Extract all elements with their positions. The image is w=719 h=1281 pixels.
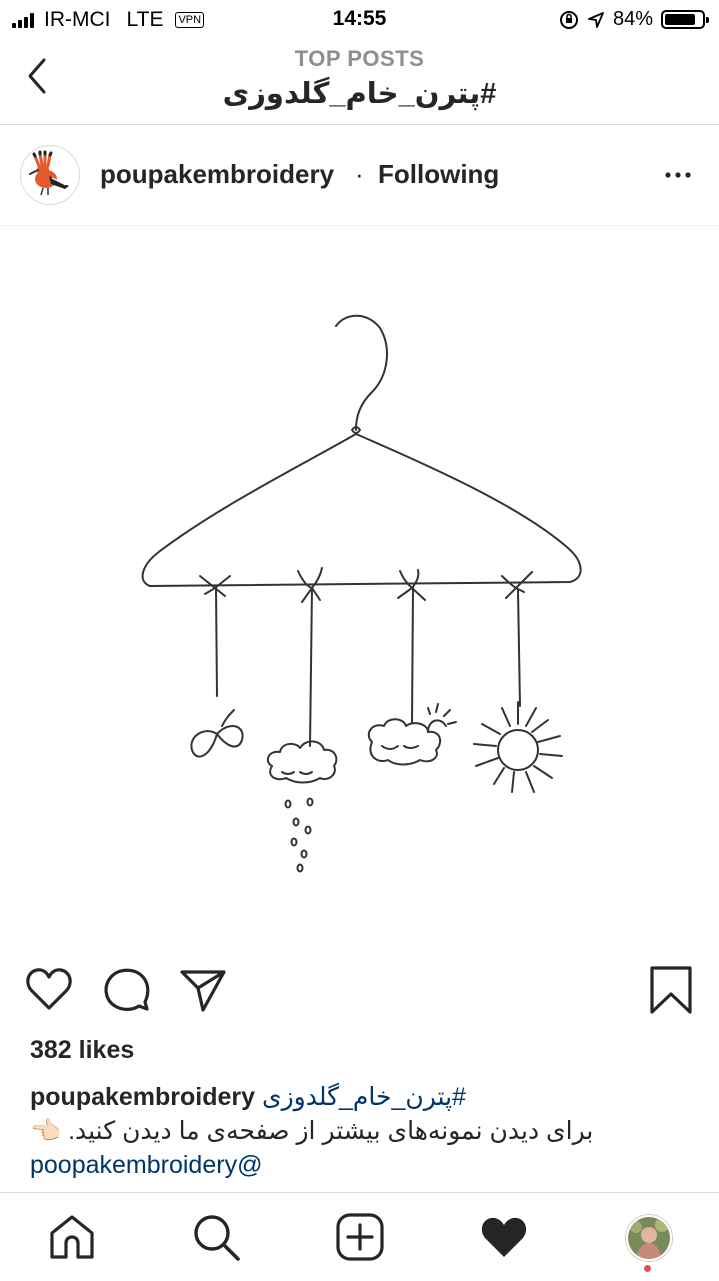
caption-mention[interactable]: poopakembroidery@ [30, 1148, 690, 1182]
post-caption: poupakembroidery #پترن_خام_گلدوزی برای د… [30, 1080, 690, 1182]
hanger-mobile-drawing [141, 314, 582, 873]
send-icon[interactable] [178, 964, 228, 1014]
bottom-tab-bar [0, 1192, 719, 1281]
post-image[interactable] [0, 226, 719, 946]
heart-outline-icon[interactable] [24, 964, 74, 1014]
caption-text: برای دیدن نمونه‌های بیشتر از صفحه‌ی ما د… [30, 1117, 594, 1145]
likes-count[interactable]: 382 likes [30, 1036, 134, 1065]
profile-avatar[interactable] [626, 1215, 672, 1261]
more-options-icon[interactable] [663, 165, 693, 185]
notification-dot [644, 1265, 651, 1272]
battery-fill [665, 14, 696, 25]
heart-filled-icon[interactable] [478, 1211, 530, 1263]
following-button[interactable]: Following [378, 159, 499, 190]
comment-icon[interactable] [102, 964, 152, 1014]
author-username[interactable]: poupakembroidery [100, 159, 334, 190]
caption-username[interactable]: poupakembroidery [30, 1083, 255, 1111]
caption-hashtag[interactable]: #پترن_خام_گلدوزی [262, 1083, 466, 1111]
profile-photo [628, 1217, 670, 1259]
battery-percent: 84% [612, 8, 653, 30]
bookmark-icon[interactable] [646, 964, 696, 1014]
orientation-lock-icon [559, 10, 578, 29]
add-post-icon[interactable] [334, 1211, 386, 1263]
post-header: poupakembroidery · Following [0, 125, 719, 226]
hoopoe-bird-icon [29, 150, 69, 196]
post-actions [0, 960, 719, 1020]
author-avatar[interactable] [20, 145, 80, 205]
location-icon [588, 11, 604, 28]
home-icon[interactable] [46, 1211, 98, 1263]
status-bar: IR-MCI LTE VPN 14:55 84% [0, 0, 719, 40]
header-subtitle: TOP POSTS [294, 46, 425, 71]
search-icon[interactable] [190, 1211, 242, 1263]
battery-icon [661, 10, 709, 29]
hashtag-title: #پترن_خام_گلدوزی [222, 78, 497, 110]
status-right: 84% [559, 8, 709, 31]
separator-dot: · [355, 159, 364, 189]
top-posts-header: TOP POSTS #پترن_خام_گلدوزی [0, 40, 719, 125]
